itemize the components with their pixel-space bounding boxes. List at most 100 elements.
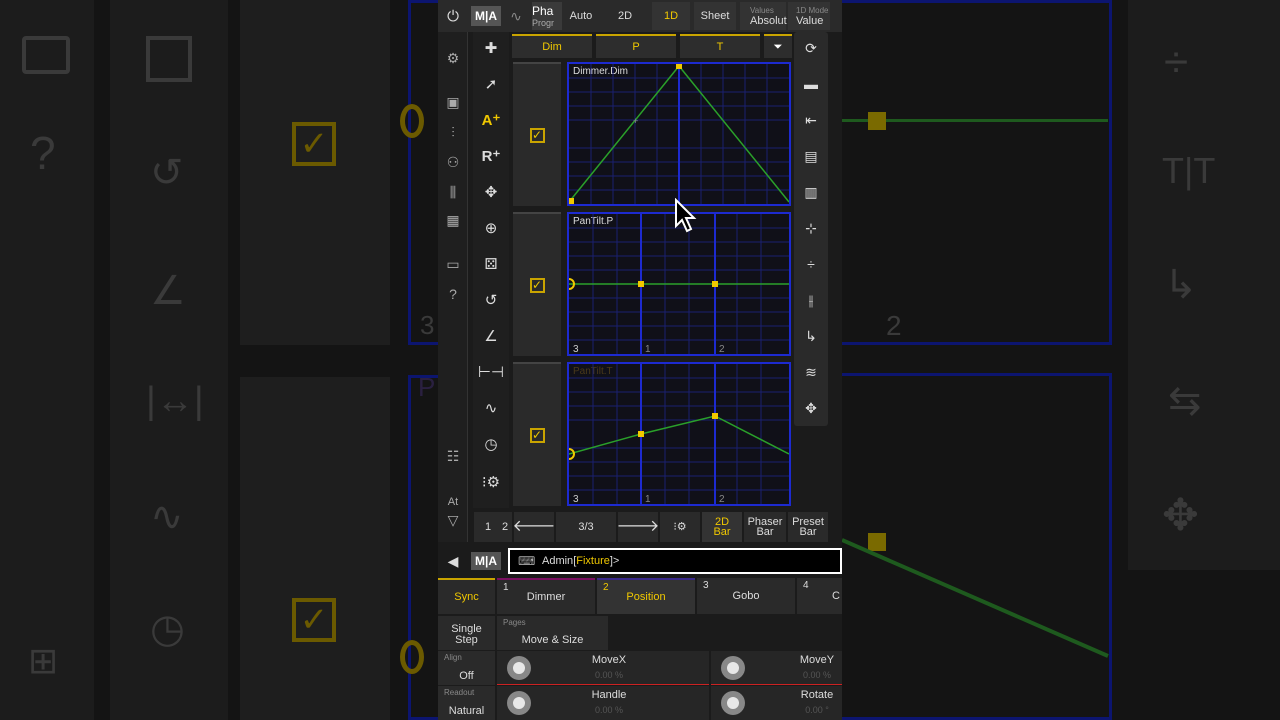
crosshair-icon[interactable]: ⊕ — [473, 212, 509, 244]
knob-icon[interactable] — [507, 691, 531, 715]
feature-dimmer[interactable]: 1 Dimmer — [497, 578, 595, 614]
knob-icon[interactable] — [507, 656, 531, 680]
1d-button[interactable]: 1D — [652, 2, 690, 30]
prev-arrow-icon[interactable]: 🡐 — [513, 512, 555, 542]
phaser-sub: Progr — [532, 18, 555, 28]
move-icon: ✥ — [1162, 491, 1199, 540]
values-button[interactable]: Values Absolut — [740, 2, 787, 30]
phaser-bar-button[interactable]: Phaser Bar — [744, 512, 786, 542]
collapse-arrow-icon[interactable]: ◀ — [442, 550, 464, 572]
sequence-icon[interactable]: ⁝⚙ — [473, 466, 509, 498]
step-2-button[interactable]: 2 — [502, 512, 512, 542]
width-icon[interactable]: ⊢⊣ — [473, 356, 509, 388]
copy-icon[interactable]: ▤ — [794, 140, 828, 172]
filter-icon[interactable]: ▽ — [438, 510, 468, 530]
tab-t[interactable]: T — [680, 34, 760, 58]
feature-label: C — [832, 590, 840, 602]
encoder-rotate[interactable]: Rotate 0.00 ° — [711, 686, 842, 720]
step-1-button[interactable]: 1 — [474, 512, 502, 542]
top-bar: ⏻ M|A ∿ Pha Progr Auto 2D 1D Sheet Value… — [438, 0, 842, 32]
refresh-icon[interactable]: ⟳ — [794, 32, 828, 64]
settings-grid-icon[interactable]: ☷ — [438, 442, 468, 470]
auto-button[interactable]: Auto — [564, 2, 598, 30]
gear-icon[interactable]: ⚙ — [438, 44, 468, 72]
sheet-button[interactable]: Sheet — [694, 2, 736, 30]
sync-button[interactable]: Sync — [438, 578, 495, 614]
ghost-checkbox: ✓ — [292, 598, 336, 642]
svg-text:+: + — [633, 116, 638, 126]
stack-icon[interactable]: ≋ — [794, 356, 828, 388]
single-step-button[interactable]: Single Step — [438, 616, 495, 650]
minus-icon[interactable]: ▬ — [794, 68, 828, 100]
encoder-name: Rotate — [800, 689, 834, 701]
feature-label: Dimmer — [526, 591, 566, 603]
keyboard-icon[interactable]: ▦ — [438, 206, 468, 234]
select-arrow-icon[interactable]: ➚ — [473, 68, 509, 100]
relative-add-icon[interactable]: R⁺ — [473, 140, 509, 172]
feature-num: 3 — [703, 580, 709, 591]
knob-icon[interactable] — [721, 691, 745, 715]
help-icon[interactable]: ? — [438, 280, 468, 308]
pages-value: Move & Size — [521, 634, 584, 646]
merge-icon[interactable]: ⇤ — [794, 104, 828, 136]
absolute-add-icon[interactable]: A⁺ — [473, 104, 509, 136]
pages-button[interactable]: Pages Move & Size — [497, 616, 608, 650]
at-button[interactable]: At — [438, 494, 468, 510]
align-value: Off — [459, 670, 474, 682]
tab-dim[interactable]: Dim — [512, 34, 592, 58]
tab-p[interactable]: P — [596, 34, 676, 58]
mirror-icon: ↳ — [1164, 263, 1198, 307]
feature-num: 2 — [603, 582, 609, 593]
angle-icon[interactable]: ∠ — [473, 320, 509, 352]
2d-button[interactable]: 2D — [610, 2, 640, 30]
feature-color[interactable]: 4 C — [797, 578, 842, 614]
store-icon[interactable]: ▣ — [438, 88, 468, 116]
sliders-icon[interactable]: ⫼ — [438, 178, 468, 206]
point-label: 1 — [645, 344, 651, 354]
2d-bar-button[interactable]: 2D Bar — [702, 512, 742, 542]
power-button[interactable]: ⏻ — [438, 2, 468, 30]
next-arrow-icon[interactable]: 🡒 — [617, 512, 659, 542]
keyboard-icon[interactable]: ⌨ — [518, 554, 535, 568]
timer-icon[interactable]: ◷ — [473, 428, 509, 460]
values-value: Absolut — [750, 14, 787, 27]
divide-icon[interactable]: ÷ — [794, 248, 828, 280]
paste-icon[interactable]: ▥ — [794, 176, 828, 208]
split-icon[interactable]: ⊹ — [794, 212, 828, 244]
1d-mode-button[interactable]: 1D Mode Value — [788, 2, 830, 30]
graph-canvas: 3 1 2 — [569, 364, 789, 504]
row-checkbox[interactable]: ✓ — [513, 62, 561, 206]
encoder-handle[interactable]: Handle 0.00 % — [497, 686, 709, 720]
screen-icon[interactable]: ▭ — [438, 250, 468, 278]
command-line-input[interactable]: ⌨ Admin [ Fixture ]> — [508, 548, 842, 574]
row-checkbox[interactable]: ✓ — [513, 362, 561, 506]
encoder-movex[interactable]: MoveX 0.00 % — [497, 651, 709, 685]
random-icon[interactable]: ⚄ — [473, 248, 509, 280]
sequence-icon[interactable]: ⁝⚙ — [660, 512, 700, 542]
dimmer-graph[interactable]: Dimmer.Dim + — [567, 62, 791, 206]
command-fixture: Fixture — [576, 555, 610, 567]
spread-icon[interactable]: ⫲ — [794, 284, 828, 316]
center-icon[interactable]: ✥ — [794, 392, 828, 424]
mirror-icon[interactable]: ↳ — [794, 320, 828, 352]
encoder-value: 0.00 ° — [805, 705, 829, 715]
move-icon[interactable]: ✥ — [473, 176, 509, 208]
row-checkbox[interactable]: ✓ — [513, 212, 561, 356]
encoder-movey[interactable]: MoveY 0.00 % — [711, 651, 842, 685]
tilt-graph[interactable]: PanTilt.T 3 1 2 — [567, 362, 791, 506]
feature-position[interactable]: 2 Position — [597, 578, 695, 614]
ghost-letter: P — [418, 372, 436, 402]
wave-icon[interactable]: ∿ — [473, 392, 509, 424]
phaser-button[interactable]: Pha Progr — [532, 2, 562, 30]
knob-icon[interactable] — [721, 656, 745, 680]
filter-icon[interactable]: ⏷ — [764, 34, 792, 58]
faders-icon[interactable]: ⫶ — [438, 118, 468, 146]
rotate-icon[interactable]: ↺ — [473, 284, 509, 316]
preset-bar-button[interactable]: Preset Bar — [788, 512, 828, 542]
feature-gobo[interactable]: 3 Gobo — [697, 578, 795, 614]
user-icon[interactable]: ⚇ — [438, 148, 468, 176]
align-button[interactable]: Align Off — [438, 651, 495, 685]
divide-icon: ÷ — [1164, 38, 1189, 87]
add-step-icon[interactable]: ✚ — [473, 32, 509, 64]
readout-button[interactable]: Readout Natural — [438, 686, 495, 720]
